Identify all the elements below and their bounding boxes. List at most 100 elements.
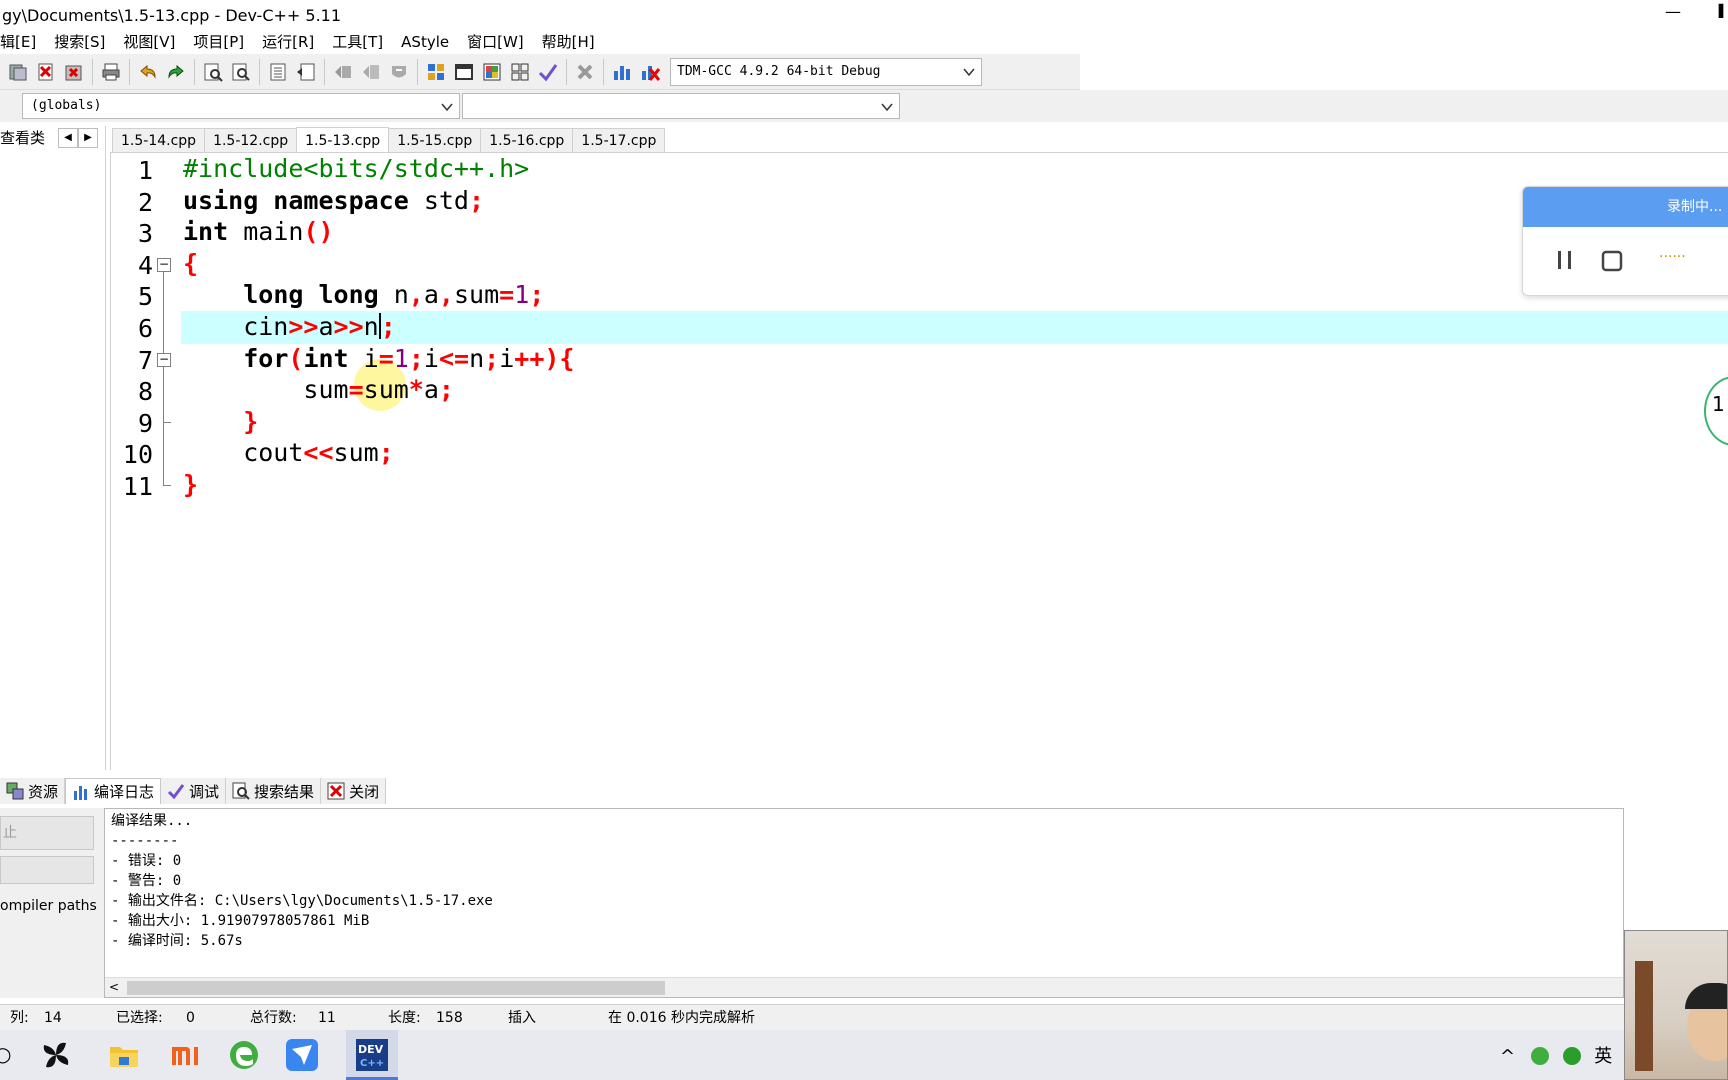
tab-debug[interactable]: 调试 (161, 778, 227, 804)
edge-browser-icon[interactable] (226, 1037, 262, 1073)
unindent-icon[interactable] (292, 58, 320, 86)
mi-app-icon[interactable] (168, 1037, 204, 1073)
code-token: for (243, 343, 289, 373)
menu-help[interactable]: 帮助[H] (533, 31, 604, 53)
member-combo[interactable] (462, 93, 900, 119)
log-line: - 输出文件名: C:\Users\lgy\Documents\1.5-17.e… (111, 893, 493, 909)
bookmark-prev-icon[interactable] (329, 58, 357, 86)
compile-option-button[interactable] (0, 856, 94, 884)
scope-combo[interactable]: (globals) (22, 93, 460, 119)
close-all-icon[interactable] (32, 58, 60, 86)
tab-1-5-14-cpp[interactable]: 1.5-14.cpp (112, 128, 206, 152)
code-line[interactable]: long long n,a,sum=1; (183, 277, 544, 312)
panel-tab-arrows: ◀ ▶ (58, 128, 98, 148)
close-project-icon[interactable] (60, 58, 88, 86)
scrollbar-thumb[interactable] (127, 981, 665, 995)
close-file-icon[interactable] (4, 58, 32, 86)
code-line[interactable]: { (183, 246, 198, 281)
indent-icon[interactable] (264, 58, 292, 86)
code-line[interactable]: sum=sum*a; (183, 372, 454, 407)
code-line[interactable]: for(int i=1;i<=n;i++){ (183, 341, 574, 376)
bookmark-next-icon[interactable] (357, 58, 385, 86)
code-token: = (499, 280, 515, 310)
code-token: cout (183, 438, 304, 468)
tab-1-5-15-cpp[interactable]: 1.5-15.cpp (388, 128, 482, 152)
ime-indicator[interactable]: 英 (1594, 1046, 1612, 1067)
code-line[interactable]: #include<bits/stdc++.h> (183, 153, 530, 186)
fold-toggle-icon[interactable]: − (157, 257, 171, 272)
code-token: #include<bits/stdc++.h> (183, 154, 530, 183)
tab-search-results[interactable]: 搜索结果 (226, 778, 322, 804)
compile-run-icon[interactable] (478, 58, 506, 86)
fold-toggle-icon[interactable]: − (157, 352, 171, 367)
menu-run[interactable]: 运行[R] (253, 31, 323, 53)
run-icon[interactable] (450, 58, 478, 86)
check-syntax-icon[interactable] (534, 58, 562, 86)
line-number: 7 (137, 345, 153, 375)
tab-resource[interactable]: 资源 (0, 778, 66, 804)
tab-1-5-12-cpp[interactable]: 1.5-12.cpp (204, 128, 298, 152)
tab-1-5-16-cpp[interactable]: 1.5-16.cpp (480, 128, 574, 152)
stop-recording-icon[interactable] (1601, 250, 1623, 272)
code-line[interactable]: cout<<sum; (183, 435, 394, 470)
stop-icon[interactable] (571, 58, 599, 86)
tab-1-5-13-cpp[interactable]: 1.5-13.cpp (296, 127, 390, 153)
menu-tools[interactable]: 工具[T] (323, 31, 392, 53)
menu-window[interactable]: 窗口[W] (458, 31, 533, 53)
tray-browser-icon[interactable] (1530, 1047, 1549, 1065)
code-line[interactable]: using namespace std; (183, 183, 484, 218)
menu-edit[interactable]: 辑[E] (0, 31, 45, 53)
tab-1-5-17-cpp[interactable]: 1.5-17.cpp (572, 128, 666, 152)
compile-icon[interactable] (422, 58, 450, 86)
tab-scroll-left-button[interactable]: ◀ (58, 128, 78, 148)
fold-end-marker (163, 485, 171, 486)
menu-project[interactable]: 项目[P] (184, 31, 253, 53)
log-line: - 编译时间: 5.67s (111, 933, 243, 949)
code-line[interactable]: } (183, 467, 198, 502)
code-line[interactable]: cin>>a>>n; (183, 309, 396, 344)
tab-compile-log[interactable]: 编译日志 (65, 778, 162, 804)
abort-compile-button[interactable]: 止 (0, 816, 94, 850)
file-explorer-icon[interactable] (106, 1037, 142, 1073)
status-lines-label: 总行数: (250, 1010, 297, 1026)
minimize-button[interactable]: — (1658, 2, 1688, 26)
goto-icon[interactable] (385, 58, 413, 86)
dev-cpp-icon[interactable]: DEV C++ (354, 1037, 390, 1073)
tab-scroll-right-button[interactable]: ▶ (78, 128, 98, 148)
tray-chevron-icon[interactable]: ^ (1500, 1046, 1515, 1067)
redo-icon[interactable] (162, 58, 190, 86)
compiler-select[interactable]: TDM-GCC 4.9.2 64-bit Debug (670, 57, 982, 86)
menu-astyle[interactable]: AStyle (392, 31, 458, 53)
close-icon (327, 782, 349, 800)
code-line[interactable]: } (183, 404, 258, 439)
menu-search[interactable]: 搜索[S] (45, 31, 114, 53)
tab-class-browser[interactable]: 查看类 (0, 126, 45, 150)
profile-icon[interactable] (608, 58, 636, 86)
replace-icon[interactable] (227, 58, 255, 86)
feishu-app-icon[interactable] (284, 1037, 320, 1073)
pinwheel-app-icon[interactable] (38, 1037, 74, 1073)
taskbar-search-icon[interactable]: ○ (0, 1042, 11, 1066)
scroll-left-arrow[interactable]: < (109, 980, 119, 994)
toolbar-separator (259, 58, 260, 85)
svg-text:C++: C++ (360, 1058, 384, 1069)
current-line-highlight (181, 311, 1728, 344)
status-selected-value: 0 (186, 1010, 195, 1026)
menu-view[interactable]: 视图[V] (114, 31, 184, 53)
tab-close[interactable]: 关闭 (321, 778, 387, 804)
print-icon[interactable] (97, 58, 125, 86)
horizontal-scrollbar[interactable]: < (105, 977, 1623, 997)
debug-icon (167, 782, 189, 800)
find-icon[interactable] (199, 58, 227, 86)
tray-app-icon[interactable] (1562, 1047, 1581, 1065)
pause-icon[interactable] (1555, 249, 1575, 271)
undo-icon[interactable] (134, 58, 162, 86)
code-token: using namespace (183, 185, 424, 215)
code-editor[interactable]: 1 2 3 4 5 6 7 8 9 10 11− − #include<bits/stdc++.h> u… (110, 152, 1728, 770)
code-token: >> (333, 312, 364, 341)
delete-profile-icon[interactable] (636, 58, 664, 86)
code-line[interactable]: int main() (183, 214, 334, 249)
code-token: << (303, 438, 334, 468)
log-line: - 错误: 0 (111, 853, 182, 869)
rebuild-icon[interactable] (506, 58, 534, 86)
